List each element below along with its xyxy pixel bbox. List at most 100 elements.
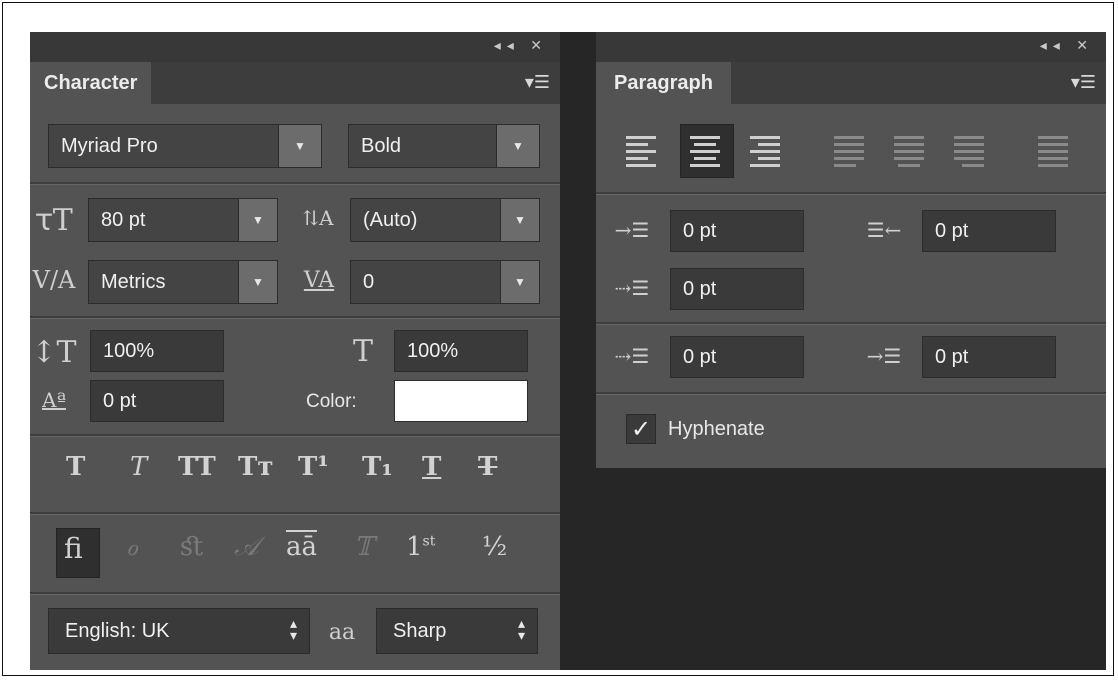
- divider: [30, 592, 560, 595]
- faux-italic-button[interactable]: T: [130, 452, 147, 482]
- align-center-button[interactable]: [690, 136, 724, 170]
- baseline-shift-value: 0 pt: [103, 389, 137, 412]
- vertical-scale-icon: ↕T: [31, 334, 77, 370]
- all-caps-button[interactable]: TT: [178, 452, 216, 482]
- panel-menu-icon[interactable]: ▾☰: [1071, 72, 1096, 93]
- horizontal-scale-field[interactable]: 100%: [394, 330, 528, 372]
- kerning-icon: V/A: [32, 266, 76, 294]
- indent-first-line-icon: ⇢☰: [614, 276, 650, 300]
- font-family-dropdown[interactable]: Myriad Pro ▼: [48, 124, 322, 168]
- color-label: Color:: [306, 391, 357, 412]
- vertical-scale-field[interactable]: 100%: [90, 330, 224, 372]
- indent-right-value: 0 pt: [935, 219, 969, 242]
- old-style-icon[interactable]: ℴ: [126, 532, 138, 562]
- hyphenate-label[interactable]: Hyphenate: [668, 418, 765, 441]
- divider: [30, 182, 560, 185]
- space-after-icon: →☰: [866, 344, 902, 368]
- underline-button[interactable]: T: [422, 452, 441, 482]
- kerning-dropdown[interactable]: Metrics ▼: [88, 260, 278, 304]
- color-swatch[interactable]: [394, 380, 528, 422]
- ligatures-icon[interactable]: ﬁ: [64, 532, 83, 565]
- chevron-down-icon[interactable]: ▼: [238, 199, 277, 241]
- chevron-down-icon[interactable]: ▼: [496, 125, 539, 167]
- swash-icon[interactable]: 𝒜: [234, 532, 259, 563]
- small-caps-button[interactable]: Tт: [238, 452, 273, 482]
- leading-icon: ⇅A: [302, 206, 334, 230]
- space-after-field[interactable]: 0 pt: [922, 336, 1056, 378]
- indent-first-line-value: 0 pt: [683, 277, 717, 300]
- antialias-glyph: aa: [328, 619, 356, 645]
- kerning-value: Metrics: [101, 270, 166, 293]
- space-before-icon: ⇢☰: [614, 344, 650, 368]
- justify-last-center-button[interactable]: [894, 136, 928, 170]
- indent-first-line-field[interactable]: 0 pt: [670, 268, 804, 310]
- justify-last-left-button[interactable]: [834, 136, 868, 170]
- space-before-value: 0 pt: [683, 345, 717, 368]
- superscript-button[interactable]: T¹: [298, 452, 329, 482]
- chevron-down-icon[interactable]: ▼: [278, 125, 321, 167]
- language-value: English: UK: [65, 619, 170, 642]
- horizontal-scale-value: 100%: [407, 339, 459, 362]
- font-family-value: Myriad Pro: [61, 134, 158, 157]
- tracking-value: 0: [363, 270, 375, 293]
- indent-left-field[interactable]: 0 pt: [670, 210, 804, 252]
- stylistic-alternates-icon[interactable]: aā: [286, 532, 317, 562]
- divider: [30, 434, 560, 437]
- text-style-buttons: T T TT Tт T¹ T₁ T T: [66, 452, 536, 496]
- font-style-value: Bold: [361, 134, 402, 157]
- font-size-value: 80 pt: [101, 208, 146, 231]
- font-size-icon: ꚍT: [35, 202, 73, 238]
- paragraph-tabrow: Paragraph ▾☰: [596, 62, 1106, 104]
- chevron-down-icon[interactable]: ▼: [500, 199, 539, 241]
- close-icon[interactable]: ✕: [1076, 38, 1094, 54]
- up-down-arrows-icon: ▴ ▾: [517, 615, 525, 643]
- align-left-button[interactable]: [626, 136, 660, 170]
- paragraph-panel: ◂◂ ✕ Paragraph ▾☰ →☰ 0 pt ☰← 0 pt ⇢☰ 0 p…: [596, 32, 1106, 468]
- tracking-icon: VA: [303, 267, 335, 293]
- up-down-arrows-icon: ▴ ▾: [289, 615, 297, 643]
- font-style-dropdown[interactable]: Bold ▼: [348, 124, 540, 168]
- leading-value: (Auto): [363, 208, 418, 231]
- baseline-shift-field[interactable]: 0 pt: [90, 380, 224, 422]
- titling-alternates-icon[interactable]: 𝕋: [354, 532, 373, 562]
- tab-character[interactable]: Character: [30, 62, 152, 104]
- indent-left-icon: →☰: [614, 218, 650, 242]
- baseline-shift-icon: Aª: [42, 388, 66, 412]
- align-right-button[interactable]: [750, 136, 784, 170]
- panel-menu-icon[interactable]: ▾☰: [525, 72, 550, 93]
- divider: [596, 192, 1106, 195]
- strikethrough-button[interactable]: T: [478, 452, 497, 482]
- space-before-field[interactable]: 0 pt: [670, 336, 804, 378]
- collapse-icon[interactable]: ◂◂: [1040, 38, 1066, 54]
- chevron-down-icon[interactable]: ▼: [238, 261, 277, 303]
- antialias-icon: aa: [320, 612, 364, 652]
- leading-dropdown[interactable]: (Auto) ▼: [350, 198, 540, 242]
- close-icon[interactable]: ✕: [530, 38, 548, 54]
- chevron-down-icon[interactable]: ▼: [500, 261, 539, 303]
- vertical-scale-value: 100%: [103, 339, 155, 362]
- hyphenate-checkbox[interactable]: ✓: [626, 414, 656, 444]
- divider: [596, 392, 1106, 395]
- paragraph-titlebar: ◂◂ ✕: [596, 32, 1106, 62]
- divider: [30, 512, 560, 515]
- justify-all-button[interactable]: [1038, 136, 1072, 170]
- ordinals-icon[interactable]: 1st: [406, 532, 435, 562]
- checkmark-icon: ✓: [630, 415, 652, 443]
- subscript-button[interactable]: T₁: [362, 452, 393, 482]
- antialias-select[interactable]: Sharp ▴ ▾: [376, 608, 538, 654]
- language-select[interactable]: English: UK ▴ ▾: [48, 608, 310, 654]
- horizontal-scale-icon: T: [352, 333, 373, 369]
- faux-bold-button[interactable]: T: [66, 452, 85, 482]
- tracking-dropdown[interactable]: 0 ▼: [350, 260, 540, 304]
- divider: [596, 322, 1106, 325]
- tab-paragraph[interactable]: Paragraph: [596, 62, 731, 104]
- justify-last-right-button[interactable]: [954, 136, 988, 170]
- discretionary-ligatures-icon[interactable]: ﬆ: [180, 532, 204, 562]
- fractions-icon[interactable]: ½: [482, 532, 507, 562]
- collapse-icon[interactable]: ◂◂: [494, 38, 520, 54]
- indent-right-field[interactable]: 0 pt: [922, 210, 1056, 252]
- opentype-buttons: ﬁ ℴ ﬆ 𝒜 aā 𝕋 1st ½: [64, 532, 544, 576]
- character-panel: ◂◂ ✕ Character ▾☰ Myriad Pro ▼ Bold ▼ ꚍT…: [30, 32, 560, 670]
- font-size-dropdown[interactable]: 80 pt ▼: [88, 198, 278, 242]
- character-titlebar: ◂◂ ✕: [30, 32, 560, 62]
